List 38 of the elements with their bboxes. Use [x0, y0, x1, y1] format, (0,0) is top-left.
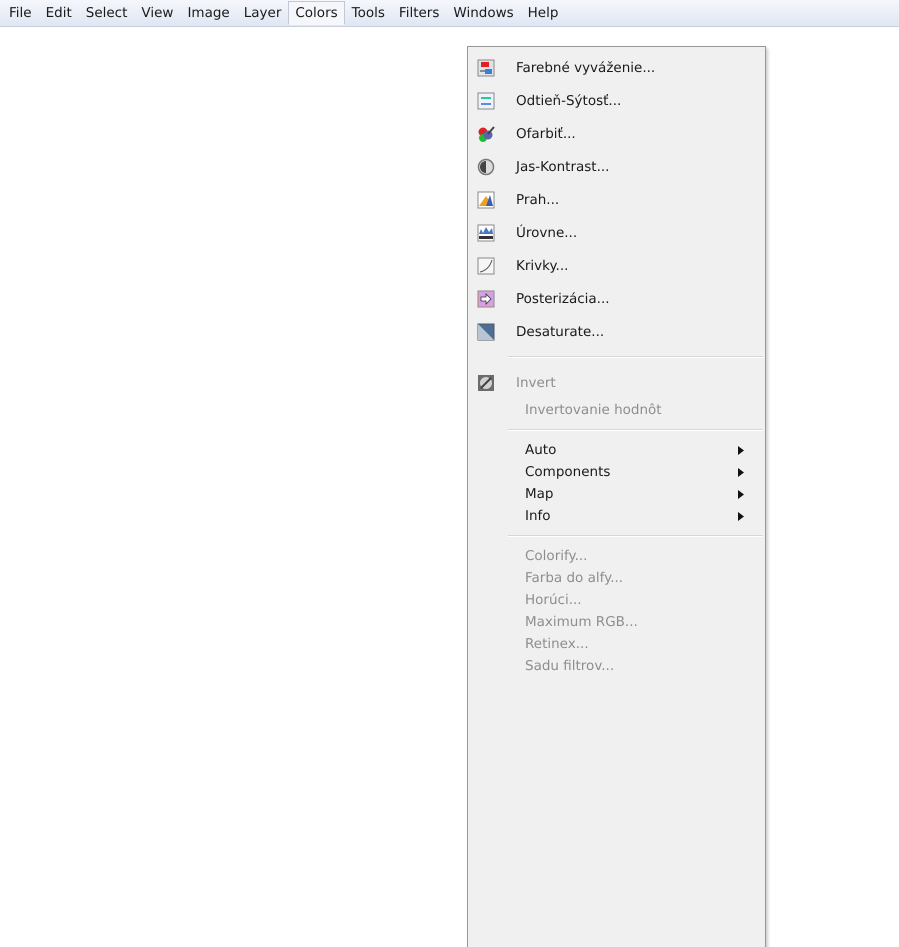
gradient-bars-icon [477, 92, 495, 110]
menu-item[interactable]: Posterizácia... [516, 290, 610, 306]
inverted-circle-icon [477, 374, 495, 392]
menu-item[interactable]: Ofarbiť... [516, 126, 576, 142]
submenu-arrow-icon [738, 512, 744, 520]
menu-bar-item[interactable]: Colors [288, 1, 345, 25]
menu-item[interactable]: Odtieň-Sýtosť... [516, 92, 622, 108]
menu-bar-item[interactable]: View [134, 1, 180, 25]
menu-bar-item[interactable]: Help [520, 1, 566, 25]
menu-bar-item[interactable]: Edit [38, 1, 79, 25]
contrast-circle-icon [477, 158, 495, 176]
arrow-icon [477, 290, 495, 308]
diagonal-gradient-icon [477, 322, 495, 340]
submenu-arrow-icon [738, 468, 744, 476]
menu-bar-item[interactable]: Image [180, 1, 237, 25]
menu-bar-item[interactable]: Tools [344, 1, 392, 25]
menu-item[interactable]: Components [525, 464, 610, 480]
menu-bar-item[interactable]: Layer [236, 1, 288, 25]
menu-item[interactable]: Farebné vyváženie... [516, 60, 656, 76]
menu-bar-item[interactable]: Windows [446, 1, 521, 25]
menu-bar-item[interactable]: File [2, 1, 39, 25]
menu-item[interactable]: Úrovne... [516, 224, 578, 240]
menu-item[interactable]: Info [525, 508, 551, 524]
color-balance-icon [477, 58, 495, 76]
menu-item[interactable]: Jas-Kontrast... [516, 158, 610, 174]
submenu-arrow-icon [738, 446, 744, 454]
menu-item[interactable]: Desaturate... [516, 324, 604, 340]
curve-icon [477, 256, 495, 274]
menu-item[interactable]: Map [525, 486, 554, 502]
paint-palette-icon [477, 124, 495, 142]
submenu-arrow-icon [738, 490, 744, 498]
menu-item[interactable]: Prah... [516, 192, 560, 208]
menu-item[interactable]: Krivky... [516, 258, 568, 274]
menu-item[interactable]: Auto [525, 442, 556, 458]
menu-bar-item[interactable]: Filters [392, 1, 446, 25]
menu-bar-item[interactable]: Select [78, 1, 134, 25]
chart-icon [477, 190, 495, 208]
histogram-icon [477, 224, 495, 242]
